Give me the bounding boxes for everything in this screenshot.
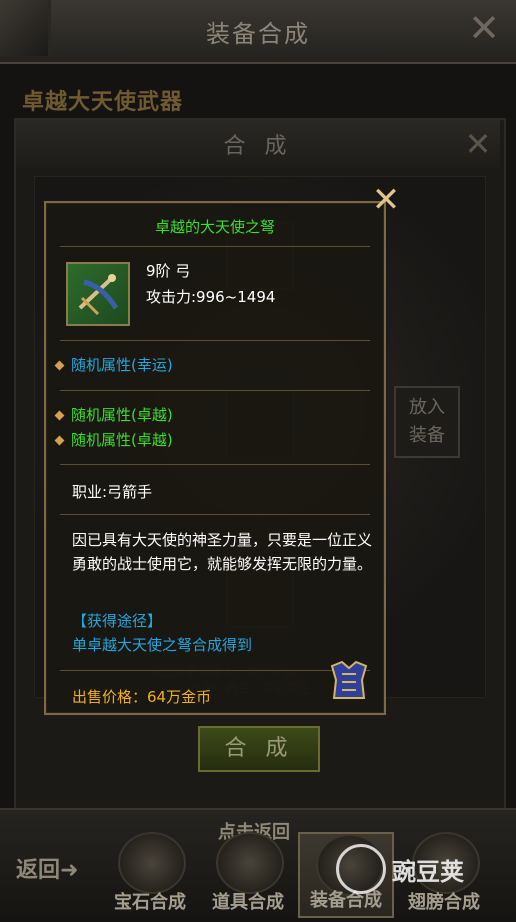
item-description: 因已具有大天使的神圣力量，只要是一位正义勇敢的战士使用它，就能够发挥无限的力量。	[72, 531, 373, 573]
put-equip-label-1: 放入	[409, 397, 445, 418]
attribute-text: 随机属性(幸运)	[71, 356, 173, 374]
tooltip-close-icon[interactable]: ✕	[370, 183, 402, 217]
attribute-text: 随机属性(卓越)	[71, 431, 173, 449]
back-label: 返回	[16, 858, 61, 883]
source-title: 【获得途径】	[72, 612, 163, 630]
back-button[interactable]: 返回➜	[16, 852, 78, 884]
source-text[interactable]: 单卓越大天使之弩合成得到	[72, 634, 252, 655]
diamond-bullet-icon	[54, 410, 65, 421]
divider	[60, 246, 370, 247]
synth-close-icon[interactable]: ✕	[462, 128, 494, 160]
watermark-logo-icon	[336, 844, 386, 894]
item-attack: 攻击力:996~1494	[146, 288, 276, 306]
diamond-bullet-icon	[54, 435, 65, 446]
tab-label: 道具合成	[212, 892, 284, 913]
watermark: 豌豆荚	[392, 858, 464, 886]
divider	[60, 670, 370, 671]
tab-item-synth[interactable]: 道具合成	[200, 832, 296, 918]
divider	[60, 464, 370, 465]
attribute-lucky: 随机属性(幸运)	[54, 354, 173, 375]
synth-panel-title: 合 成	[223, 134, 293, 159]
armor-icon	[326, 660, 372, 700]
section-title: 卓越大天使武器	[22, 90, 184, 115]
item-name: 卓越的大天使之弩	[154, 218, 275, 236]
attribute-excellent: 随机属性(卓越)	[54, 429, 173, 450]
crossbow-icon	[66, 262, 130, 326]
item-class: 职业:弓箭手	[72, 483, 153, 501]
tab-label: 宝石合成	[114, 892, 186, 913]
divider	[60, 390, 370, 391]
put-equip-label-2: 装备	[409, 425, 445, 446]
back-arrow-icon: ➜	[60, 858, 79, 883]
gem-synth-icon	[118, 832, 186, 894]
divider	[60, 340, 370, 341]
sell-price: 出售价格：64万金币	[72, 688, 212, 706]
tab-label: 装备合成	[310, 890, 382, 911]
item-tier-type: 9阶 弓	[146, 262, 191, 280]
divider	[60, 514, 370, 515]
attribute-text: 随机属性(卓越)	[71, 406, 173, 424]
window-title: 装备合成	[206, 20, 310, 48]
tab-label: 翅膀合成	[408, 892, 480, 913]
window-close-icon[interactable]: ✕	[466, 9, 502, 47]
diamond-bullet-icon	[54, 360, 65, 371]
attribute-excellent: 随机属性(卓越)	[54, 404, 173, 425]
put-equip-slot[interactable]: 放入 装备	[394, 386, 460, 458]
tab-gem-synth[interactable]: 宝石合成	[102, 832, 198, 918]
item-synth-icon	[216, 832, 284, 894]
synth-button[interactable]: 合 成	[198, 726, 320, 772]
